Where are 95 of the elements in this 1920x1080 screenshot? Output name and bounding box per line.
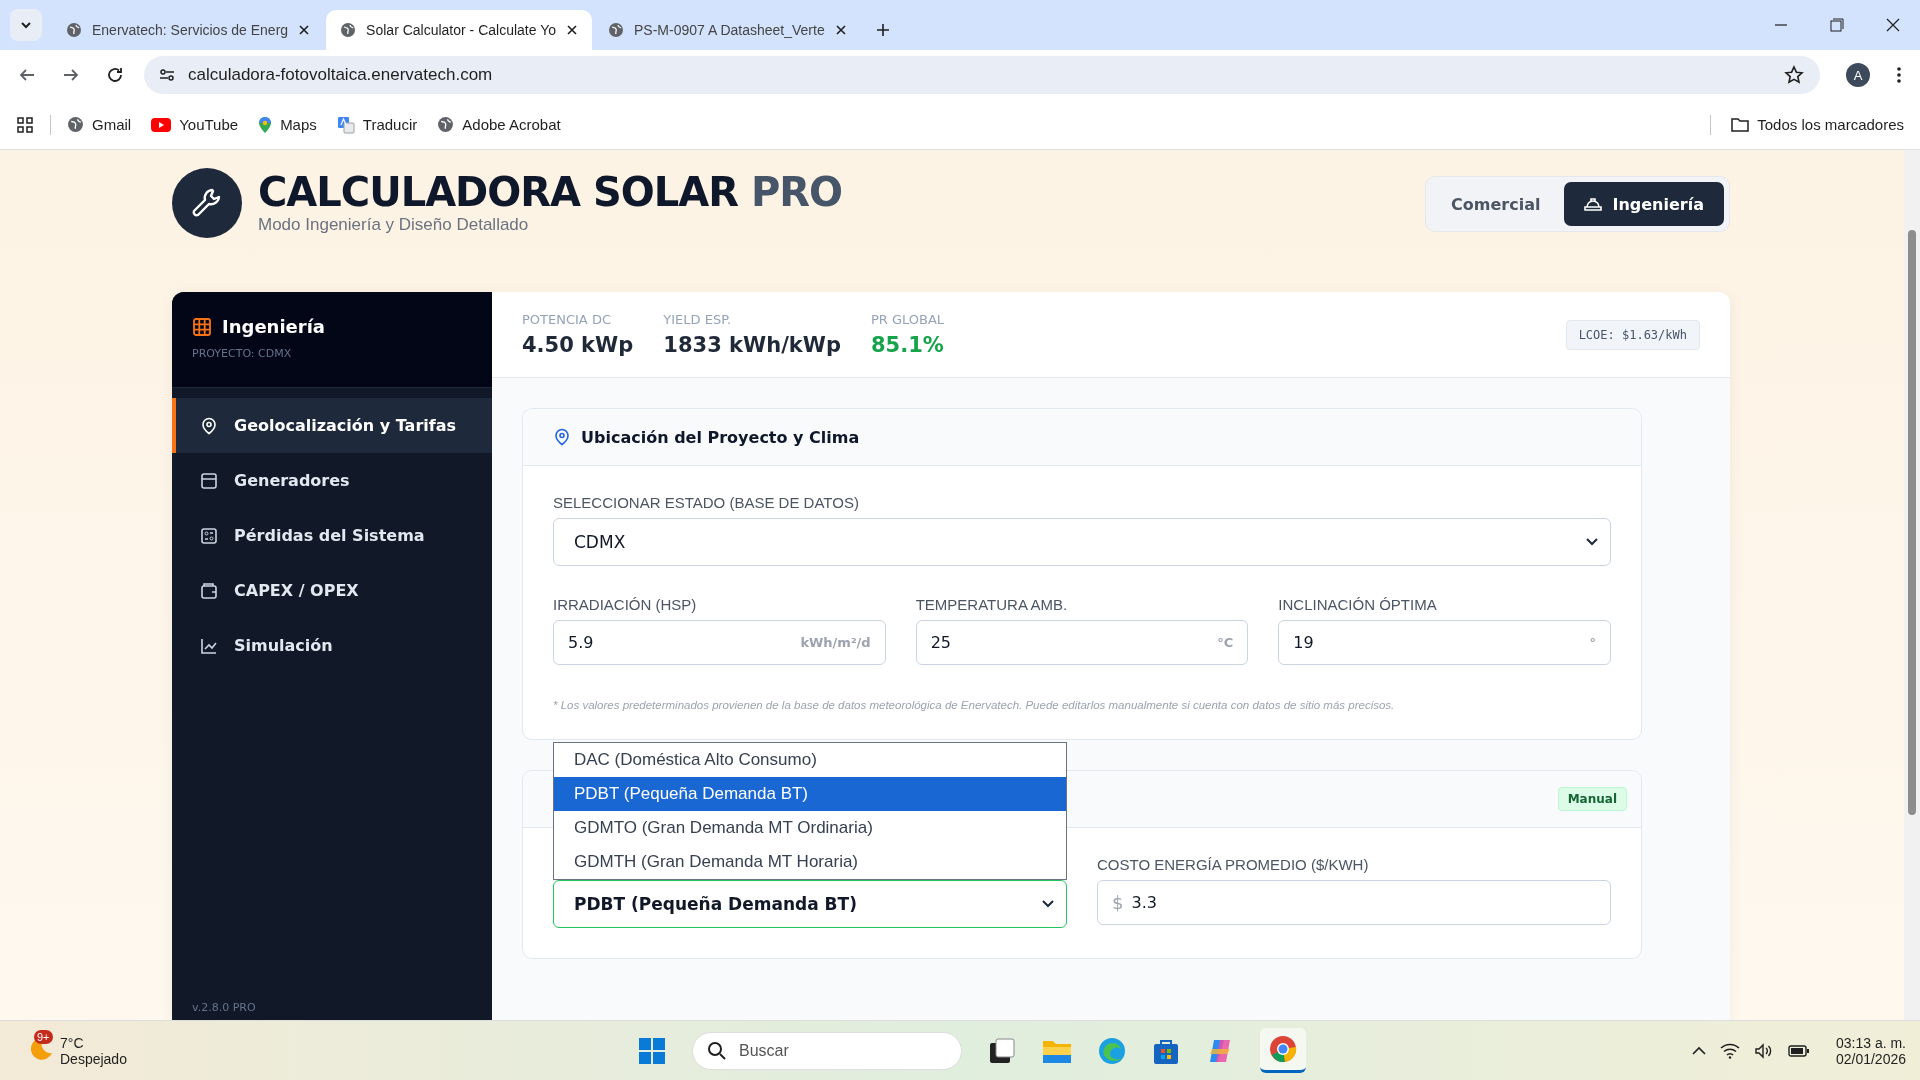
sidebar-item[interactable]: CAPEX / OPEX	[172, 563, 492, 618]
url-text: calculadora-fotovoltaica.enervatech.com	[188, 65, 493, 85]
battery-icon[interactable]	[1787, 1043, 1810, 1058]
task-view-icon[interactable]	[988, 1036, 1016, 1065]
chrome-taskbar-button[interactable]	[1260, 1028, 1306, 1073]
manual-badge: Manual	[1557, 787, 1627, 811]
site-settings-icon[interactable]	[158, 66, 176, 84]
restore-icon[interactable]	[1830, 18, 1844, 32]
address-field[interactable]: calculadora-fotovoltaica.enervatech.com	[144, 56, 1820, 94]
field-label: TEMPERATURA AMB.	[915, 596, 1069, 613]
notification-badge: 9+	[34, 1030, 53, 1044]
hard-hat-icon	[1584, 196, 1603, 212]
cost-field[interactable]: $ 3.3	[1097, 880, 1611, 925]
clock[interactable]: 03:13 a. m. 02/01/2026	[1835, 1034, 1906, 1067]
chevron-down-icon	[20, 19, 32, 31]
translate-icon	[336, 115, 355, 134]
bookmark-star-icon[interactable]	[1784, 65, 1804, 85]
version-label: v.2.8.0 PRO	[191, 1001, 257, 1016]
browser-tab[interactable]: PS-M-0907 A Datasheet_Verte	[594, 10, 861, 50]
bookmark-link[interactable]: Traducir	[336, 115, 418, 134]
browser-tab[interactable]: Enervatech: Servicios de Energ	[52, 10, 325, 50]
reload-icon[interactable]	[106, 66, 124, 84]
number-field[interactable]: 5.9 kWh/m²/d	[553, 620, 886, 665]
map-pin-icon	[200, 416, 218, 435]
globe-icon	[437, 116, 455, 133]
profile-avatar[interactable]: A	[1846, 63, 1870, 87]
dropdown-option[interactable]: GDMTH (Gran Demanda MT Horaria)	[554, 845, 1066, 879]
menu-icon[interactable]	[1896, 66, 1902, 84]
project-label: PROYECTO: CDMX	[192, 347, 293, 360]
calculator-icon	[200, 526, 218, 545]
dropdown-option[interactable]: GDMTO (Gran Demanda MT Ordinaria)	[554, 811, 1066, 845]
sidebar-title: Ingeniería	[222, 316, 325, 337]
play-icon	[151, 117, 172, 132]
map-pin-icon	[553, 428, 571, 446]
globe-icon	[340, 22, 357, 38]
apps-grid-icon[interactable]	[16, 115, 34, 134]
line-chart-icon	[200, 636, 218, 655]
chevron-down-icon	[1042, 900, 1054, 908]
stat-value: 1833 kWh/kWp	[663, 333, 841, 357]
scrollbar[interactable]	[1904, 150, 1920, 1020]
stat-value: 4.50 kWp	[522, 333, 634, 357]
field-label: INCLINACIÓN ÓPTIMA	[1278, 596, 1438, 613]
windows-start-icon[interactable]	[638, 1036, 666, 1065]
number-field[interactable]: 25 °C	[915, 620, 1249, 665]
bookmark-link[interactable]: Maps	[258, 115, 317, 134]
wifi-icon[interactable]	[1719, 1042, 1740, 1059]
bookmark-link[interactable]: Gmail	[67, 116, 132, 133]
folder-icon	[1731, 116, 1750, 133]
volume-icon[interactable]	[1753, 1042, 1774, 1059]
tab-search-button[interactable]	[10, 9, 42, 41]
app-title: CALCULADORA SOLAR PRO	[258, 171, 843, 213]
globe-icon	[67, 116, 84, 133]
panel-icon	[200, 471, 218, 490]
state-select[interactable]: CDMX	[553, 518, 1611, 566]
globe-icon	[66, 22, 82, 38]
chevron-up-icon[interactable]	[1691, 1045, 1706, 1056]
stat-label: YIELD ESP.	[663, 312, 733, 327]
map-pin-icon	[258, 115, 273, 134]
new-tab-icon[interactable]	[874, 22, 891, 38]
stat-value: 85.1%	[870, 333, 945, 357]
taskbar-search-field[interactable]: Buscar	[692, 1031, 962, 1070]
globe-icon	[608, 22, 624, 38]
dropdown-option[interactable]: DAC (Doméstica Alto Consumo)	[554, 743, 1066, 777]
number-field[interactable]: 19 °	[1278, 620, 1611, 665]
browser-tab[interactable]: Solar Calculator - Calculate Yo	[326, 10, 592, 50]
sidebar-item[interactable]: Geolocalización y Tarifas	[172, 398, 492, 453]
chrome-icon	[1268, 1034, 1298, 1064]
mode-tab[interactable]: Comercial	[1431, 182, 1561, 226]
field-label: IRRADIACIÓN (HSP)	[553, 596, 698, 613]
wrench-logo-icon	[172, 168, 242, 238]
search-icon	[707, 1040, 727, 1061]
bookmark-link[interactable]: Adobe Acrobat	[437, 116, 561, 133]
app-subtitle: Modo Ingeniería y Diseño Detallado	[258, 215, 530, 235]
stat-label: POTENCIA DC	[522, 312, 612, 327]
chevron-down-icon	[1586, 538, 1598, 546]
lcoe-badge: LCOE: $1.63/kWh	[1565, 319, 1700, 350]
close-icon[interactable]	[1886, 18, 1900, 32]
grid-icon	[192, 316, 212, 337]
sidebar-item[interactable]: Generadores	[172, 453, 492, 508]
field-label: SELECCIONAR ESTADO (BASE DE DATOS)	[553, 494, 860, 511]
sidebar-item[interactable]: Pérdidas del Sistema	[172, 508, 492, 563]
tariff-select[interactable]: PDBT (Pequeña Demanda BT)	[553, 880, 1067, 928]
dropdown-option[interactable]: PDBT (Pequeña Demanda BT)	[554, 777, 1066, 811]
sidebar-item[interactable]: Simulación	[172, 618, 492, 673]
mode-tab[interactable]: Ingeniería	[1564, 182, 1724, 226]
stat-label: PR GLOBAL	[870, 312, 945, 327]
field-label: COSTO ENERGÍA PROMEDIO ($/KWH)	[1097, 856, 1370, 873]
wallet-icon	[200, 581, 218, 600]
close-icon[interactable]	[566, 24, 578, 36]
bookmarks-folder[interactable]: Todos los marcadores	[1731, 116, 1904, 133]
close-icon[interactable]	[834, 24, 847, 36]
section-title: Ubicación del Proyecto y Clima	[581, 427, 860, 447]
close-icon[interactable]	[298, 24, 311, 36]
note-text: * Los valores predeterminados provienen de la base de datos meteorológica de Enervatech. Puede editarlos manualmente si cuenta con datos de sitio más precisos.	[553, 699, 1396, 711]
bookmark-link[interactable]: YouTube	[151, 116, 239, 133]
